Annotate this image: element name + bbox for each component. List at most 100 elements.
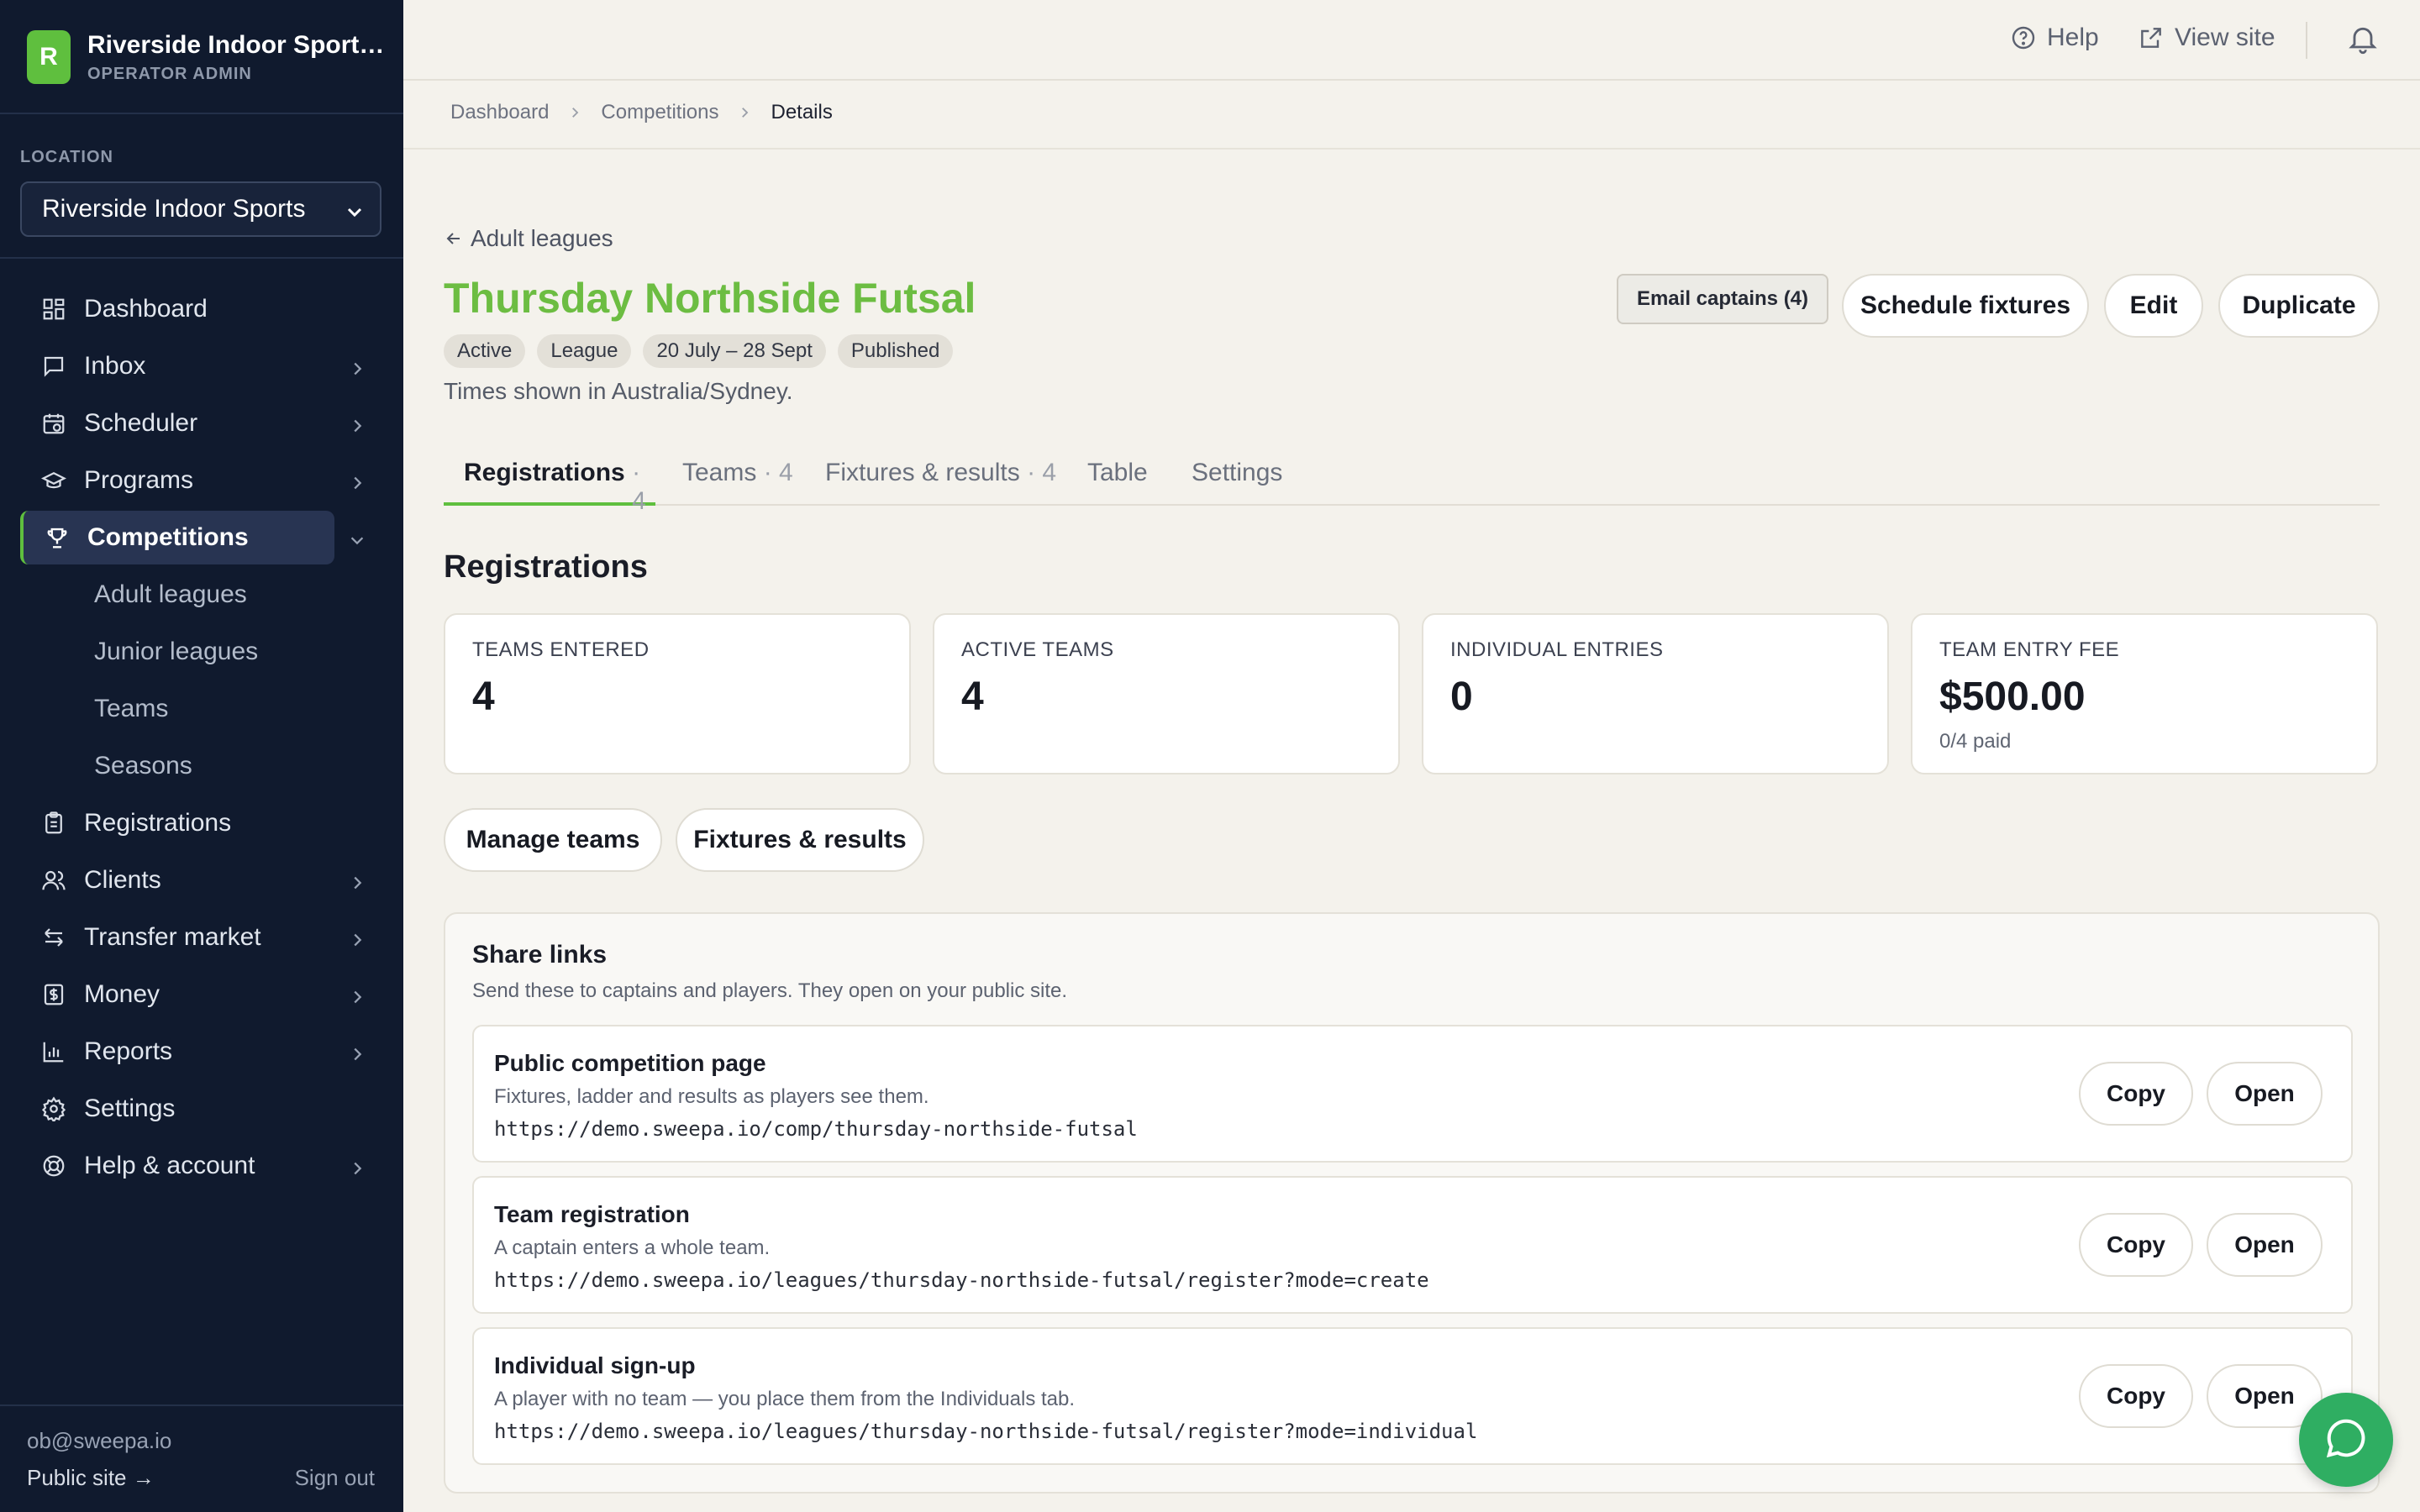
stat-card-team-entry-fee: TEAM ENTRY FEE $500.00 0/4 paid <box>1911 613 2378 774</box>
tab-registrations[interactable]: Registrations · 4 <box>444 445 655 515</box>
tab-table[interactable]: Table <box>1087 445 1148 506</box>
schedule-fixtures-button[interactable]: Schedule fixtures <box>1842 274 2089 338</box>
brand-logo: R <box>27 30 71 84</box>
public-site-link[interactable]: Public site → <box>27 1465 155 1491</box>
sidebar-subitem-junior-leagues[interactable]: Junior leagues <box>20 625 383 679</box>
breadcrumb-divider <box>403 148 2420 150</box>
copy-button[interactable]: Copy <box>2079 1062 2193 1126</box>
sidebar-subitem-teams[interactable]: Teams <box>20 682 383 736</box>
stat-subtext: 0/4 paid <box>1939 730 2012 753</box>
duplicate-button[interactable]: Duplicate <box>2218 274 2380 338</box>
breadcrumb-dashboard[interactable]: Dashboard <box>450 101 549 124</box>
copy-button[interactable]: Copy <box>2079 1364 2193 1428</box>
sidebar-item-money[interactable]: Money <box>20 968 383 1021</box>
chat-icon <box>2323 1415 2369 1465</box>
sidebar-item-label: Competitions <box>87 523 249 551</box>
fixtures-results-button[interactable]: Fixtures & results <box>676 808 924 872</box>
link-url: https://demo.sweepa.io/leagues/thursday-… <box>494 1420 1478 1443</box>
sidebar-item-competitions[interactable]: Competitions <box>20 511 364 564</box>
chevron-right-icon <box>348 470 366 499</box>
stat-value: 0 <box>1450 675 1473 719</box>
copy-button[interactable]: Copy <box>2079 1213 2193 1277</box>
sidebar-item-label: Reports <box>84 1037 173 1065</box>
stat-card-teams-entered: TEAMS ENTERED 4 <box>444 613 911 774</box>
brand-subtitle: OPERATOR ADMIN <box>87 64 252 83</box>
trophy-icon <box>44 524 71 551</box>
external-link-icon <box>2138 24 2165 51</box>
breadcrumb: Dashboard Competitions Details <box>450 101 833 124</box>
tab-settings[interactable]: Settings <box>1192 445 1282 506</box>
dashboard-icon <box>40 296 67 323</box>
sidebar-item-dashboard[interactable]: Dashboard <box>20 282 383 336</box>
chevron-right-icon <box>348 1156 366 1184</box>
chevron-right-icon <box>348 413 366 442</box>
section-title: Registrations <box>444 549 648 585</box>
tab-count: · 4 <box>1027 459 1057 486</box>
sidebar-item-programs[interactable]: Programs <box>20 454 383 507</box>
tab-label: Fixtures & results <box>825 459 1020 486</box>
back-link-label: Adult leagues <box>471 225 613 251</box>
chevron-down-icon <box>345 200 365 228</box>
stat-label: TEAM ENTRY FEE <box>1939 638 2120 661</box>
link-card-team-registration: Team registration A captain enters a who… <box>472 1176 2353 1314</box>
edit-button[interactable]: Edit <box>2104 274 2203 338</box>
sidebar-item-settings[interactable]: Settings <box>20 1082 383 1136</box>
sidebar-item-scheduler[interactable]: Scheduler <box>20 396 383 450</box>
sidebar-subitem-adult-leagues[interactable]: Adult leagues <box>20 568 383 622</box>
sidebar-item-label: Dashboard <box>84 295 208 323</box>
sidebar-item-label: Help & account <box>84 1152 255 1179</box>
location-select-value: Riverside Indoor Sports <box>42 195 306 223</box>
tab-bar: Registrations · 4 Teams · 4 Fixtures & r… <box>444 445 2380 515</box>
share-links-title: Share links <box>472 941 608 969</box>
account-email: ob@sweepa.io <box>27 1428 172 1453</box>
chat-button[interactable] <box>2299 1393 2393 1487</box>
stat-card-individual-entries: INDIVIDUAL ENTRIES 0 <box>1422 613 1889 774</box>
published-badge: Published <box>837 334 954 368</box>
tab-fixtures-results[interactable]: Fixtures & results · 4 <box>825 445 1056 506</box>
help-icon <box>2010 24 2037 51</box>
sidebar-item-reports[interactable]: Reports <box>20 1025 383 1079</box>
manage-teams-button[interactable]: Manage teams <box>444 808 662 872</box>
sidebar-item-help-account[interactable]: Help & account <box>20 1139 383 1193</box>
stat-value: 4 <box>961 675 984 719</box>
stat-label: INDIVIDUAL ENTRIES <box>1450 638 1664 661</box>
email-captains-button[interactable]: Email captains (4) <box>1617 274 1828 324</box>
breadcrumb-competitions[interactable]: Competitions <box>601 101 718 124</box>
tab-teams[interactable]: Teams · 4 <box>682 445 793 506</box>
status-badge: Active <box>444 334 526 368</box>
status-badges: Active League 20 July – 28 Sept Publishe… <box>444 334 965 368</box>
sidebar: R Riverside Indoor Sports ... OPERATOR A… <box>0 0 403 1512</box>
open-button[interactable]: Open <box>2207 1213 2323 1277</box>
gear-icon <box>40 1095 67 1122</box>
back-link[interactable]: Adult leagues <box>444 225 613 252</box>
brand[interactable]: R Riverside Indoor Sports ... OPERATOR A… <box>27 30 390 84</box>
open-button[interactable]: Open <box>2207 1062 2323 1126</box>
tab-label: Settings <box>1192 459 1283 486</box>
view-site-link[interactable]: View site <box>2138 24 2275 52</box>
location-select[interactable]: Riverside Indoor Sports <box>20 181 381 237</box>
brand-name: Riverside Indoor Sports ... <box>87 30 390 59</box>
sidebar-item-registrations[interactable]: Registrations <box>20 796 383 850</box>
sidebar-item-label: Programs <box>84 466 194 494</box>
link-card-individual-signup: Individual sign-up A player with no team… <box>472 1327 2353 1465</box>
sidebar-item-label: Money <box>84 980 160 1008</box>
sidebar-item-transfer-market[interactable]: Transfer market <box>20 911 383 964</box>
stat-label: ACTIVE TEAMS <box>961 638 1114 661</box>
sidebar-subitem-seasons[interactable]: Seasons <box>20 739 383 793</box>
chevron-right-icon <box>348 927 366 956</box>
sidebar-item-inbox[interactable]: Inbox <box>20 339 383 393</box>
sign-out-link[interactable]: Sign out <box>295 1465 375 1491</box>
sidebar-item-label: Transfer market <box>84 923 261 951</box>
sidebar-divider <box>0 257 403 259</box>
stat-value: $500.00 <box>1939 675 2086 719</box>
help-link[interactable]: Help <box>2010 24 2099 52</box>
sidebar-item-label: Scheduler <box>84 409 198 437</box>
date-range-badge: 20 July – 28 Sept <box>643 334 826 368</box>
sidebar-divider <box>0 1404 403 1406</box>
sidebar-item-label: Settings <box>84 1095 176 1122</box>
sidebar-divider <box>0 113 403 114</box>
sidebar-item-label: Registrations <box>84 809 232 837</box>
sidebar-item-clients[interactable]: Clients <box>20 853 383 907</box>
clients-icon <box>40 867 67 894</box>
bell-icon[interactable] <box>2346 22 2380 60</box>
